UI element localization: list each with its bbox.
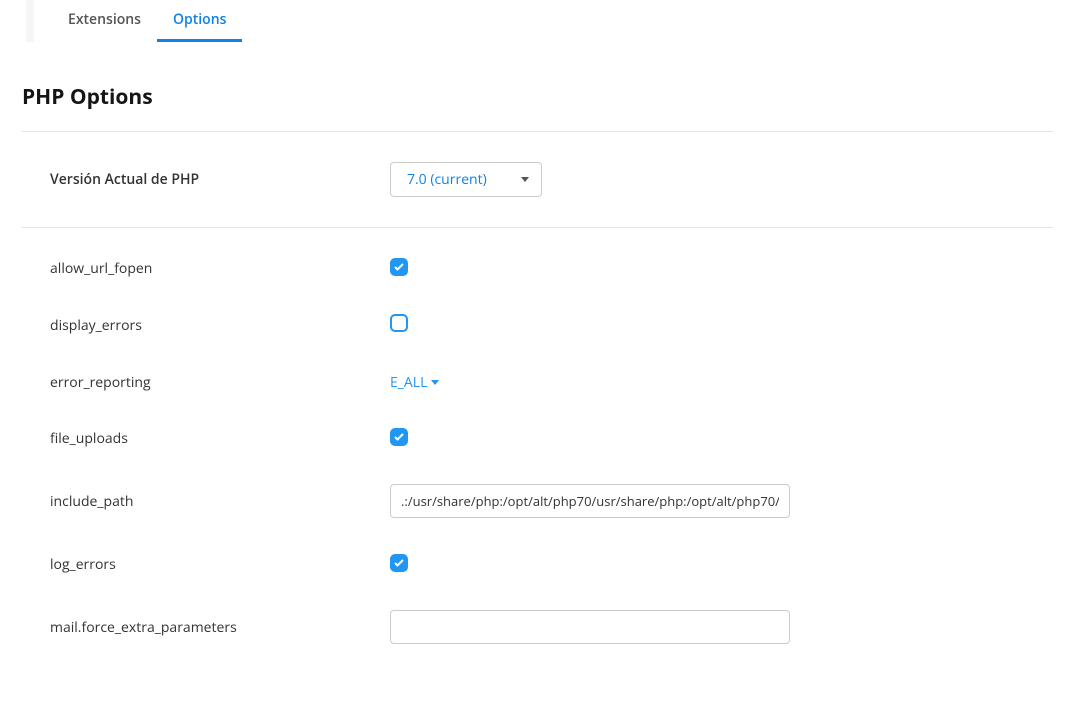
chevron-down-icon <box>431 380 439 385</box>
label-include-path: include_path <box>50 492 390 511</box>
select-php-version[interactable]: 7.0 (current) <box>390 162 542 197</box>
check-icon <box>393 431 405 443</box>
tab-extensions[interactable]: Extensions <box>52 0 157 42</box>
label-error-reporting: error_reporting <box>50 373 390 392</box>
checkbox-display-errors[interactable] <box>390 314 408 332</box>
divider <box>22 227 1053 228</box>
dropdown-error-reporting-value: E_ALL <box>390 373 427 392</box>
check-icon <box>393 557 405 569</box>
input-mail-force-extra-parameters[interactable] <box>390 610 790 644</box>
page-title: PHP Options <box>22 83 1053 111</box>
tab-left-indicator <box>26 0 34 42</box>
tab-options[interactable]: Options <box>157 0 242 42</box>
checkbox-log-errors[interactable] <box>390 554 408 572</box>
divider <box>22 131 1053 132</box>
chevron-down-icon <box>521 177 529 182</box>
label-display-errors: display_errors <box>50 316 390 335</box>
checkbox-file-uploads[interactable] <box>390 428 408 446</box>
checkbox-allow-url-fopen[interactable] <box>390 258 408 276</box>
label-file-uploads: file_uploads <box>50 429 390 448</box>
select-php-version-value: 7.0 (current) <box>407 170 487 189</box>
check-icon <box>393 261 405 273</box>
input-include-path[interactable] <box>390 484 790 518</box>
label-mail-force-extra-parameters: mail.force_extra_parameters <box>50 618 390 637</box>
dropdown-error-reporting[interactable]: E_ALL <box>390 373 439 392</box>
label-allow-url-fopen: allow_url_fopen <box>50 259 390 278</box>
label-log-errors: log_errors <box>50 555 390 574</box>
label-php-version: Versión Actual de PHP <box>50 170 390 189</box>
